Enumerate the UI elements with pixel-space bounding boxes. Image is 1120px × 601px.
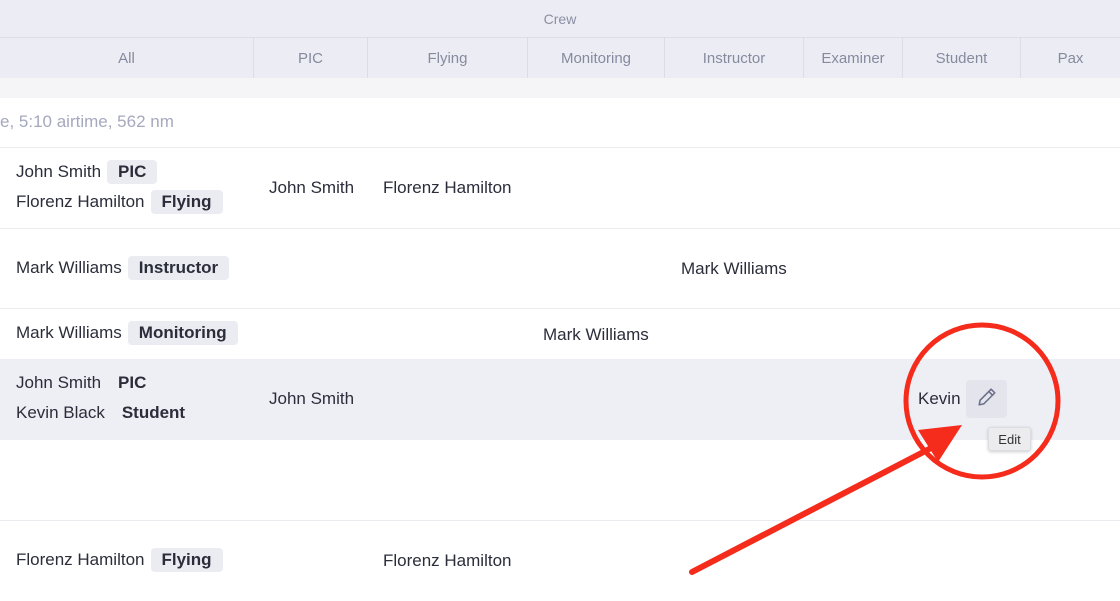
column-header-all[interactable]: All [0, 38, 254, 78]
crew-entry: Kevin Black Student [16, 401, 196, 425]
crew-name: John Smith [16, 373, 102, 392]
monitoring-cell: Mark Williams [543, 325, 649, 344]
role-tag: Flying [150, 548, 223, 572]
crew-entry: Florenz Hamilton Flying [16, 190, 223, 214]
crew-name: John Smith [16, 162, 102, 181]
table-row[interactable]: Mark Williams Instructor Mark Williams [0, 229, 1120, 308]
role-tag: Instructor [127, 256, 230, 280]
student-cell: Kevin [918, 389, 961, 408]
crew-name: Kevin Black [16, 403, 105, 422]
role-tag: Student [121, 403, 186, 422]
column-header-flying[interactable]: Flying [368, 38, 528, 78]
edit-tooltip: Edit [988, 427, 1031, 451]
column-header-monitoring[interactable]: Monitoring [528, 38, 665, 78]
role-tag: PIC [107, 160, 158, 184]
crew-name: Mark Williams [16, 258, 122, 277]
crew-entry: Florenz Hamilton Flying [16, 548, 223, 572]
crew-name: Florenz Hamilton [16, 550, 145, 569]
crew-name: Florenz Hamilton [16, 192, 145, 211]
pencil-icon [976, 386, 998, 413]
column-header-pic[interactable]: PIC [254, 38, 368, 78]
crew-name: Mark Williams [16, 323, 122, 342]
crew-entry: John Smith PIC [16, 371, 157, 395]
pic-cell: John Smith [269, 389, 355, 408]
header-spacer [0, 78, 1120, 98]
flying-cell: Florenz Hamilton [383, 551, 512, 570]
column-header-pax[interactable]: Pax [1021, 38, 1120, 78]
crew-entry: John Smith PIC [16, 160, 158, 184]
table-row[interactable]: Florenz Hamilton Flying Florenz Hamilton [0, 521, 1120, 601]
column-header-instructor[interactable]: Instructor [665, 38, 804, 78]
column-header-student[interactable]: Student [903, 38, 1021, 78]
table-row[interactable]: Mark Williams Monitoring Mark Williams [0, 309, 1120, 359]
crew-entry: Mark Williams Monitoring [16, 321, 238, 345]
table-row[interactable]: John Smith PIC Florenz Hamilton Flying J… [0, 148, 1120, 228]
role-tag: PIC [118, 373, 147, 392]
role-tag: Monitoring [127, 321, 238, 345]
flight-summary: e, 5:10 airtime, 562 nm [0, 112, 174, 131]
table-row-hovered[interactable]: John Smith PIC Kevin Black Student John … [0, 359, 1120, 440]
instructor-cell: Mark Williams [681, 259, 787, 278]
column-header-row: All PIC Flying Monitoring Instructor Exa… [0, 38, 1120, 78]
flying-cell: Florenz Hamilton [383, 178, 512, 197]
column-header-examiner[interactable]: Examiner [804, 38, 903, 78]
crew-entry: Mark Williams Instructor [16, 256, 230, 280]
role-tag: Flying [150, 190, 223, 214]
crew-group-header: Crew [0, 0, 1120, 38]
pic-cell: John Smith [269, 178, 355, 197]
edit-button[interactable] [966, 380, 1007, 418]
